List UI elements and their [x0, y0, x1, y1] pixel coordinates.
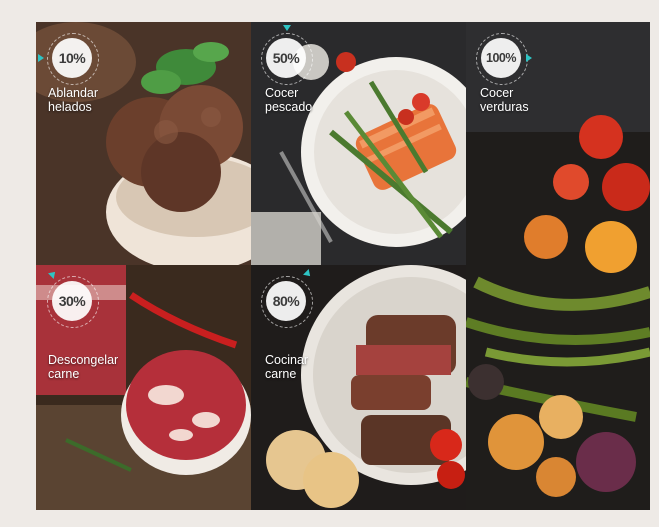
image-grid: 10% Ablandar helados 50% Cocer pescado 1… [36, 22, 650, 510]
tile-label-line1: Ablandar [48, 86, 99, 100]
percent-badge: 10% [52, 38, 92, 78]
accent-marker-icon [283, 25, 291, 31]
tile-label-line1: Cocinar [265, 353, 309, 367]
tile-thaw-meat: 30% Descongelar carne [36, 265, 251, 510]
percent-badge: 80% [266, 281, 306, 321]
tile-vegetables: 100% Cocer verduras [466, 22, 650, 510]
tile-label-line1: Cocer [480, 86, 514, 100]
tile-label-line1: Descongelar [48, 353, 119, 367]
accent-marker-icon [526, 54, 532, 62]
tile-label-line1: Cocer [265, 86, 299, 100]
tile-label-line2: carne [48, 367, 80, 381]
tile-label-line2: pescado [265, 100, 313, 114]
tile-ice-cream: 10% Ablandar helados [36, 22, 251, 265]
tile-label-line2: helados [48, 100, 92, 114]
tile-label-line2: carne [265, 367, 297, 381]
percent-badge: 30% [52, 281, 92, 321]
accent-marker-icon [38, 54, 44, 62]
percent-badge: 50% [266, 38, 306, 78]
percent-badge: 100% [481, 38, 521, 78]
tile-cook-meat: 80% Cocinar carne [251, 265, 466, 510]
tile-fish: 50% Cocer pescado [251, 22, 466, 265]
tile-label-line2: verduras [480, 100, 529, 114]
